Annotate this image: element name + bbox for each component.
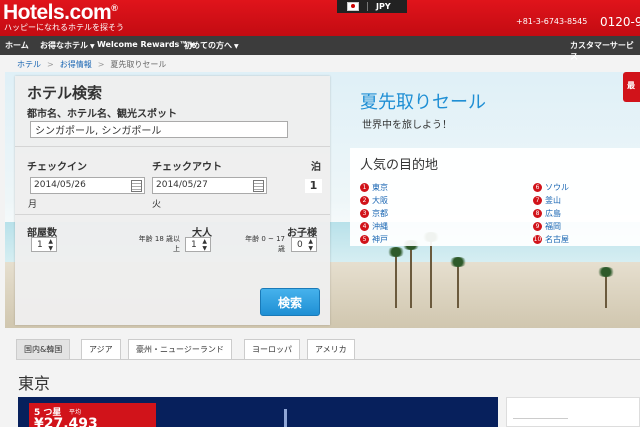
breadcrumb: ホテル > お得情報 > 夏先取りセール [17,59,166,70]
search-button[interactable]: 検索 [260,288,320,316]
checkout-date-field[interactable]: 2014/05/27 [152,177,267,194]
nav-item-welcome-rewards[interactable]: Welcome Rewards™ ▼ [97,40,194,49]
promo-corner-badge[interactable]: 最 [623,72,640,102]
tagline: ハッピーになれるホテルを探そう [4,23,124,32]
hotel-search-panel: ホテル検索 都市名、ホテル名、観光スポット チェックイン チェックアウト 泊 2… [15,76,330,325]
adults-select[interactable]: 1 ▲ ▼ [185,237,211,252]
destination-link[interactable]: 1 東京 [360,182,388,193]
locale-selector[interactable]: JPY [337,0,407,13]
side-info-box [506,397,640,427]
tab-europe[interactable]: ヨーロッパ [244,339,300,359]
promo-subtitle: 世界中を旅しよう！ [362,120,452,131]
rooms-value: 1 [37,240,43,250]
top-header: Hotels.com® ハッピーになれるホテルを探そう JPY +81-3-67… [0,0,640,36]
palm-tree-image [401,240,421,308]
price-badge: 5 つ星 平均 ¥27,493 [29,403,156,427]
nights-label: 泊 [311,162,321,173]
nav-item-home[interactable]: ホーム [5,40,29,51]
nights-count: 1 [305,179,322,193]
divider [16,359,640,360]
children-select[interactable]: 0 ▲ ▼ [291,237,317,252]
divider [367,2,368,11]
palm-tree-image [596,267,616,308]
destination-link[interactable]: 10 名古屋 [533,234,569,245]
checkin-date-field[interactable]: 2014/05/26 [30,177,145,194]
checkin-label: チェックイン [27,162,87,173]
promo-title: 夏先取りセール [360,92,486,113]
checkout-label: チェックアウト [152,162,222,173]
rooms-select[interactable]: 1 ▲ ▼ [31,237,57,252]
chevron-down-icon: ▼ [90,43,95,50]
tower-image [284,409,287,427]
breadcrumb-deals[interactable]: お得情報 [60,60,92,69]
average-label: 平均 [69,409,82,416]
destination-link[interactable]: 5 神戸 [360,234,388,245]
divider [513,418,568,419]
breadcrumb-hotels[interactable]: ホテル [17,60,41,69]
adult-age-note: 年齢 18 歳以上 [138,235,180,253]
calendar-icon[interactable] [253,180,264,192]
section-title: 東京 [18,374,51,393]
divider [15,214,330,215]
breadcrumb-current: 夏先取りセール [110,60,167,69]
adults-value: 1 [191,240,197,250]
checkout-date-value: 2014/05/27 [156,180,208,190]
destination-link[interactable]: 2 大阪 [360,195,388,206]
destination-link[interactable]: 6 ソウル [533,182,569,193]
tab-america[interactable]: アメリカ [307,339,355,359]
nav-item-customer-service[interactable]: カスタマーサービス [570,40,640,62]
deal-price: ¥27,493 [34,416,98,427]
checkout-weekday: 火 [152,200,162,210]
popular-destinations: 人気の目的地 1 東京 2 大阪 3 京都 4 沖縄 5 神戸 6 ソウル 7 釜山 8 広島 … [350,148,640,246]
destination-link[interactable]: 8 広島 [533,208,561,219]
tab-australia-nz[interactable]: 豪州・ニュージーランド [128,339,232,359]
currency-selector[interactable]: JPY [376,2,391,11]
breadcrumb-separator: > [47,60,54,69]
checkin-date-value: 2014/05/26 [34,180,86,190]
search-title: ホテル検索 [27,84,103,102]
child-age-note: 年齢 0 ~ 17 歳 [245,235,285,253]
nav-item-deals[interactable]: お得なホテル ▼ [40,40,95,51]
japan-flag-icon [347,2,359,11]
destination-link[interactable]: 4 沖縄 [360,221,388,232]
stepper-arrows-icon: ▲ ▼ [48,238,53,252]
divider [15,146,330,147]
chevron-down-icon: ▼ [234,43,239,50]
stepper-arrows-icon: ▲ ▼ [308,238,313,252]
phone-number-international: +81-3-6743-8545 [516,17,588,26]
calendar-icon[interactable] [131,180,142,192]
children-value: 0 [297,240,303,250]
popular-destinations-title: 人気の目的地 [360,158,439,173]
destination-link[interactable]: 7 釜山 [533,195,561,206]
destination-label: 都市名、ホテル名、観光スポット [27,109,177,120]
nav-item-first-time[interactable]: 初めての方へ ▼ [184,40,239,51]
palm-tree-image [421,232,441,308]
tab-domestic-korea[interactable]: 国内&韓国 [16,339,71,359]
destination-link[interactable]: 9 福岡 [533,221,561,232]
tab-asia[interactable]: アジア [81,339,121,359]
destination-input[interactable] [30,121,288,138]
phone-number-toll-free: 0120-993 [600,15,640,29]
destination-link[interactable]: 3 京都 [360,208,388,219]
palm-tree-image [386,247,406,308]
checkin-weekday: 月 [28,200,38,210]
palm-tree-image [448,257,468,308]
breadcrumb-separator: > [97,60,105,69]
main-nav: ホーム お得なホテル ▼ Welcome Rewards™ ▼ 初めての方へ ▼ カス… [0,36,640,61]
deal-card[interactable]: 5 つ星 平均 ¥27,493 [18,397,498,427]
stepper-arrows-icon: ▲ ▼ [202,238,207,252]
